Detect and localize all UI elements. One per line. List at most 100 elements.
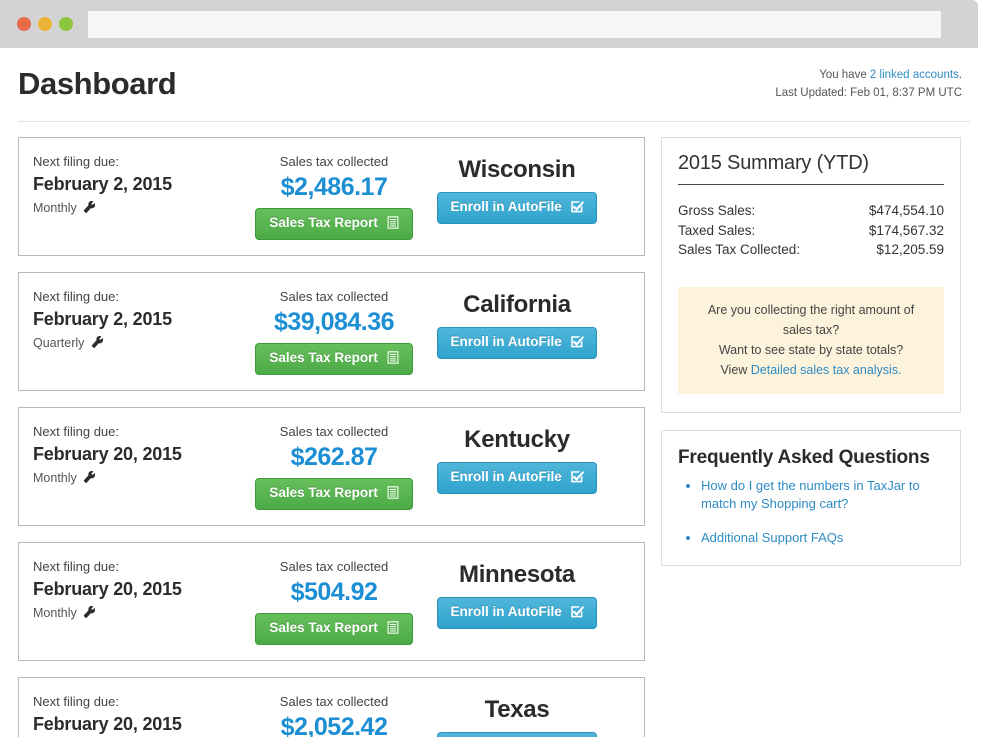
state-card[interactable]: Next filing due: February 20, 2015 Month… [18,677,645,737]
filing-due-label: Next filing due: [33,154,119,169]
filing-due-label: Next filing due: [33,559,119,574]
state-action: Enroll in AutoFile [402,732,632,737]
callout-line-3: Want to see state by state totals? [718,342,904,357]
filing-due-date: February 2, 2015 [33,309,172,329]
faq-link[interactable]: Additional Support FAQs [701,530,843,545]
enroll-autofile-label: Enroll in AutoFile [450,334,562,349]
state-name: Kentucky [464,426,570,453]
enroll-autofile-button[interactable]: Enroll in AutoFile [437,732,597,737]
header-divider [18,121,970,122]
filing-frequency-label: Monthly [33,606,77,620]
summary-row: Gross Sales: $474,554.10 [678,201,944,221]
sales-tax-report-button[interactable]: Sales Tax Report [255,478,413,510]
summary-rows: Gross Sales: $474,554.10 Taxed Sales: $1… [678,201,944,260]
filing-info: Next filing due: February 20, 2015 Month… [33,692,248,737]
enroll-autofile-label: Enroll in AutoFile [450,199,562,214]
page-body: Dashboard You have 2 linked accounts. La… [0,48,988,737]
address-bar-input[interactable] [88,11,941,38]
state-card[interactable]: Next filing due: February 2, 2015 Quarte… [18,272,645,391]
state-name: California [463,291,571,318]
maximize-window-button[interactable] [59,17,73,31]
minimize-window-button[interactable] [38,17,52,31]
sales-tax-report-button[interactable]: Sales Tax Report [255,613,413,645]
summary-row-label: Sales Tax Collected: [678,242,801,257]
enroll-autofile-button[interactable]: Enroll in AutoFile [437,327,597,359]
state-name: Minnesota [459,561,575,588]
enroll-autofile-label: Enroll in AutoFile [450,604,562,619]
filing-frequency: Monthly [33,602,248,626]
wrench-icon[interactable] [91,334,104,356]
page-title: Dashboard [18,66,177,101]
filing-due-date: February 20, 2015 [33,714,182,734]
browser-window-chrome [0,0,978,48]
filing-info: Next filing due: February 2, 2015 Monthl… [33,152,248,221]
summary-row: Sales Tax Collected: $12,205.59 [678,240,944,260]
state-name: Wisconsin [458,156,576,183]
faq-panel-title: Frequently Asked Questions [678,446,930,468]
report-list-icon [387,486,399,502]
state-info: Texas Enroll in AutoFile [402,692,632,737]
filing-info: Next filing due: February 20, 2015 Month… [33,422,248,491]
state-card[interactable]: Next filing due: February 20, 2015 Month… [18,542,645,661]
state-info: Wisconsin Enroll in AutoFile [402,152,632,224]
linked-accounts-link[interactable]: 2 linked accounts [870,69,959,81]
linked-accounts-suffix: . [958,69,962,81]
wrench-icon[interactable] [83,604,96,626]
check-square-icon [570,200,584,216]
summary-panel: 2015 Summary (YTD) Gross Sales: $474,554… [661,137,961,413]
report-list-icon [387,351,399,367]
state-action: Enroll in AutoFile [402,597,632,629]
summary-row-label: Gross Sales: [678,203,756,218]
check-square-icon [570,335,584,351]
list-item[interactable]: How do I get the numbers in TaxJar to ma… [701,477,944,513]
wrench-icon[interactable] [83,469,96,491]
state-card[interactable]: Next filing due: February 20, 2015 Month… [18,407,645,526]
state-action: Enroll in AutoFile [402,192,632,224]
state-name: Texas [484,696,550,723]
sales-tax-callout: Are you collecting the right amount of s… [678,286,944,394]
check-square-icon [570,605,584,621]
sales-tax-report-label: Sales Tax Report [269,485,378,500]
summary-row-label: Taxed Sales: [678,222,756,238]
detailed-analysis-link[interactable]: Detailed sales tax analysis. [751,363,902,377]
state-info: Kentucky Enroll in AutoFile [402,422,632,494]
summary-panel-title: 2015 Summary (YTD) [678,152,944,185]
filing-frequency-label: Quarterly [33,336,85,350]
list-item[interactable]: Additional Support FAQs [701,529,944,547]
state-card[interactable]: Next filing due: February 2, 2015 Monthl… [18,137,645,256]
wrench-icon[interactable] [83,199,96,221]
filing-frequency-label: Monthly [33,201,77,215]
filing-due-label: Next filing due: [33,424,119,439]
callout-line-2: sales tax? [782,322,840,337]
close-window-button[interactable] [17,17,31,31]
state-action: Enroll in AutoFile [402,462,632,494]
summary-row: Taxed Sales: $174,567.32 [678,221,944,241]
sales-tax-report-label: Sales Tax Report [269,620,378,635]
sales-tax-report-label: Sales Tax Report [269,215,378,230]
enroll-autofile-button[interactable]: Enroll in AutoFile [437,462,597,494]
filing-due-date: February 20, 2015 [33,579,182,599]
callout-line-4: View Detailed sales tax analysis. [692,360,930,380]
page-header: Dashboard You have 2 linked accounts. La… [0,48,988,122]
filing-due-date: February 2, 2015 [33,174,172,194]
state-info: Minnesota Enroll in AutoFile [402,557,632,629]
filing-info: Next filing due: February 2, 2015 Quarte… [33,287,248,356]
sales-tax-report-button[interactable]: Sales Tax Report [255,208,413,240]
header-meta: You have 2 linked accounts. Last Updated… [775,66,962,102]
check-square-icon [570,470,584,486]
state-cards-column: Next filing due: February 2, 2015 Monthl… [18,137,645,737]
summary-row-value: $474,554.10 [868,203,944,218]
enroll-autofile-button[interactable]: Enroll in AutoFile [437,597,597,629]
sales-tax-report-button[interactable]: Sales Tax Report [255,343,413,375]
enroll-autofile-label: Enroll in AutoFile [450,469,562,484]
faq-link[interactable]: How do I get the numbers in TaxJar to ma… [701,478,920,511]
filing-due-label: Next filing due: [33,289,119,304]
callout-line-1: Are you collecting the right amount of [707,302,915,317]
filing-frequency-label: Monthly [33,471,77,485]
state-action: Enroll in AutoFile [402,327,632,359]
report-list-icon [387,216,399,232]
filing-frequency: Monthly [33,197,248,221]
faq-panel: Frequently Asked Questions How do I get … [661,429,961,566]
summary-row-value: $12,205.59 [876,242,944,257]
enroll-autofile-button[interactable]: Enroll in AutoFile [437,192,597,224]
